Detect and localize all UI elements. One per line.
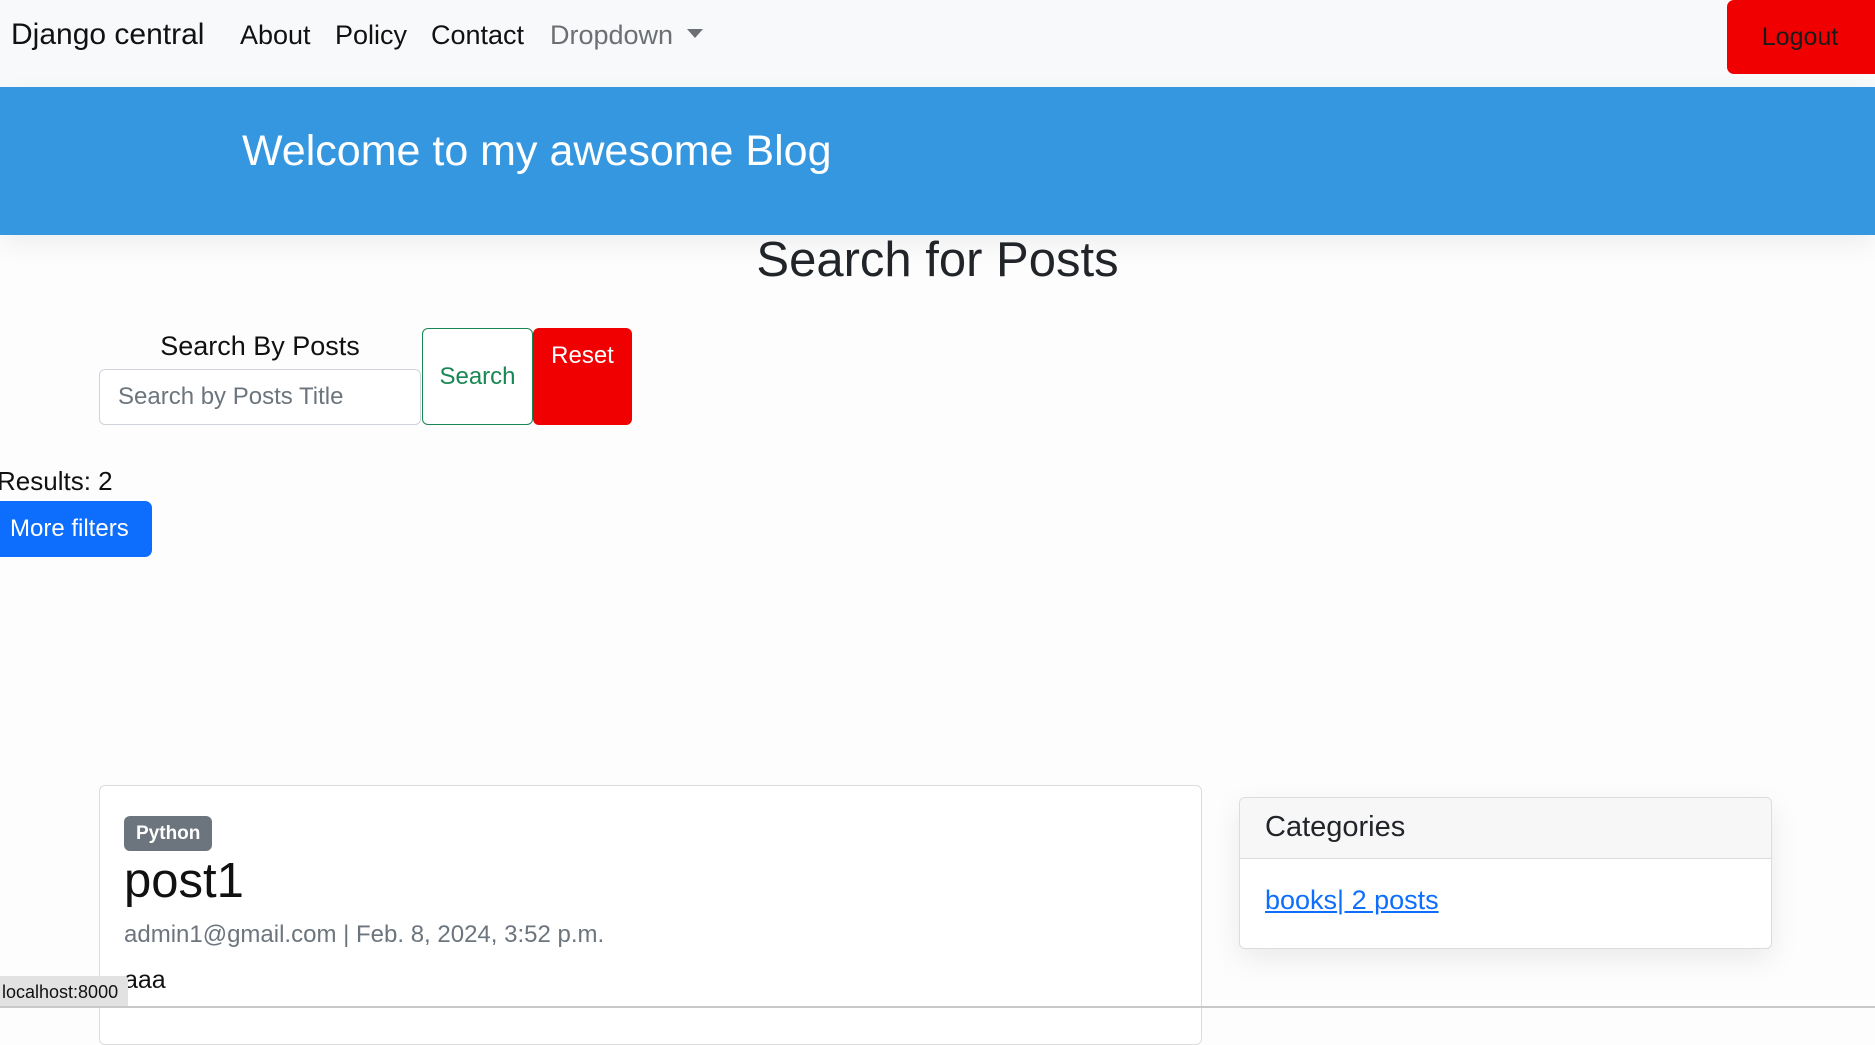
nav-dropdown-toggle[interactable]: Dropdown: [550, 20, 704, 51]
reset-button[interactable]: Reset: [533, 328, 632, 425]
nav-dropdown-label: Dropdown: [550, 20, 674, 50]
hero-banner: Welcome to my awesome Blog: [0, 87, 1875, 235]
brand-link[interactable]: Django central: [11, 18, 204, 52]
post-meta: admin1@gmail.com | Feb. 8, 2024, 3:52 p.…: [124, 921, 605, 948]
nav-contact-link[interactable]: Contact: [431, 20, 524, 51]
categories-card-header: Categories: [1240, 798, 1771, 859]
logout-button[interactable]: Logout: [1727, 0, 1875, 74]
search-heading: Search for Posts: [756, 233, 1119, 287]
top-navbar: Django central About Policy Contact Drop…: [0, 0, 1875, 87]
hero-title: Welcome to my awesome Blog: [242, 127, 832, 175]
caret-down-icon: [687, 29, 704, 39]
search-button[interactable]: Search: [422, 328, 533, 425]
search-input[interactable]: [99, 369, 421, 425]
categories-card: Categories books| 2 posts: [1239, 797, 1772, 949]
post-excerpt: aaa: [124, 966, 166, 994]
category-link-books[interactable]: books| 2 posts: [1265, 885, 1439, 916]
status-bar-url: localhost:8000: [0, 976, 129, 1008]
results-count: Results: 2: [0, 466, 113, 496]
nav-policy-link[interactable]: Policy: [335, 20, 407, 51]
search-field-label: Search By Posts: [160, 331, 360, 361]
categories-title: Categories: [1265, 811, 1406, 843]
post-category-badge: Python: [124, 816, 213, 851]
nav-about-link[interactable]: About: [240, 20, 311, 51]
more-filters-button[interactable]: More filters: [0, 501, 152, 557]
post-title[interactable]: post1: [124, 853, 244, 909]
window-bottom-edge: [0, 1006, 1875, 1008]
